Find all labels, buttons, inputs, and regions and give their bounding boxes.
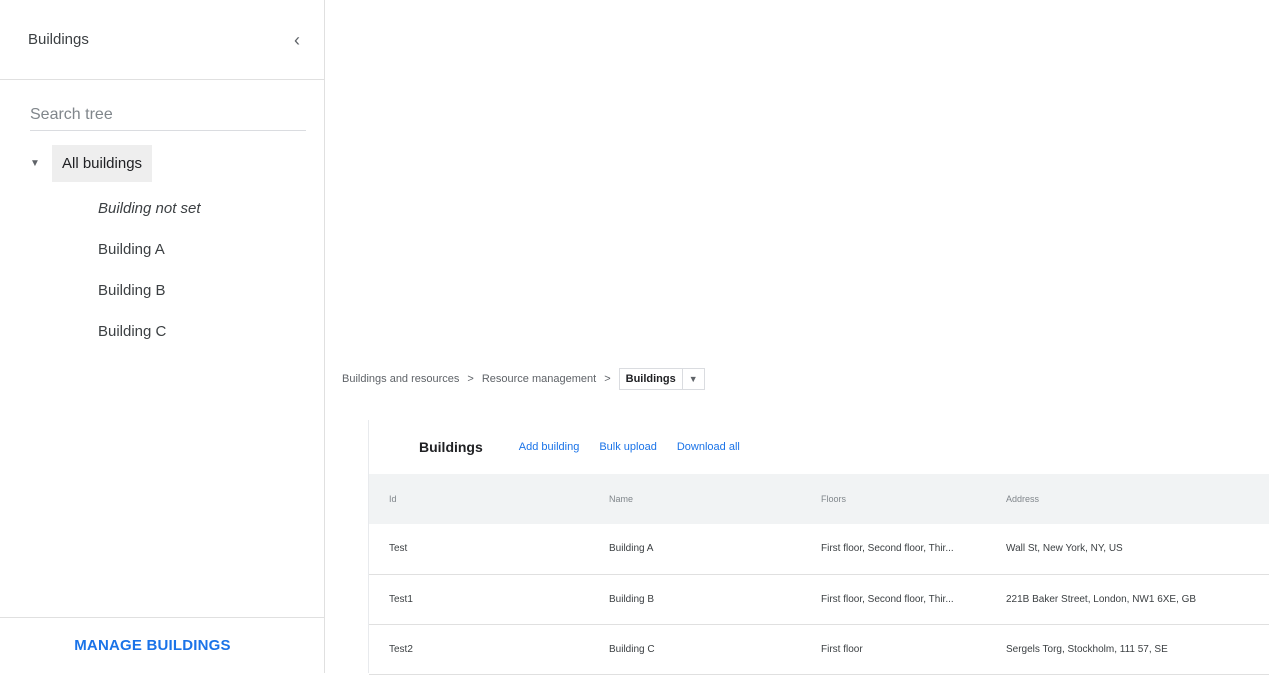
tree-item-building-not-set[interactable]: Building not set [0,188,324,229]
cell-address: Wall St, New York, NY, US [1006,524,1269,575]
cell-floors: First floor, Second floor, Thir... [821,574,1006,625]
breadcrumb-current-label: Buildings [625,373,676,385]
panel-toolbar: Buildings Add building Bulk upload Downl… [369,420,1269,474]
table-row[interactable]: Test1 Building B First floor, Second flo… [369,574,1269,625]
table-row[interactable]: Test2 Building C First floor Sergels Tor… [369,624,1269,675]
add-building-button[interactable]: Add building [519,441,580,453]
cell-id: Test1 [369,574,609,625]
cell-id: Test2 [369,624,609,675]
sidebar-header: Buildings ‹ [0,0,324,80]
tree-root-all-buildings[interactable]: ▼ All buildings [0,145,324,182]
tree-item-building-b[interactable]: Building B [0,270,324,311]
manage-buildings-button[interactable]: MANAGE BUILDINGS [74,637,251,654]
cell-name: Building C [609,624,821,675]
table-row[interactable]: Test Building A First floor, Second floo… [369,524,1269,575]
breadcrumb-item-resource-management[interactable]: Resource management [482,373,596,385]
tree-item-building-a[interactable]: Building A [0,229,324,270]
panel-title: Buildings [419,439,483,455]
caret-down-icon[interactable]: ▼ [681,369,704,389]
bulk-upload-button[interactable]: Bulk upload [599,441,657,453]
download-all-button[interactable]: Download all [677,441,740,453]
breadcrumb-item-buildings-and-resources[interactable]: Buildings and resources [342,373,459,385]
caret-down-icon[interactable]: ▼ [30,158,52,169]
column-header-name[interactable]: Name [609,474,821,524]
cell-name: Building B [609,574,821,625]
breadcrumb-separator: > [467,373,474,385]
tree-item-building-c[interactable]: Building C [0,311,324,352]
buildings-table: Id Name Floors Address Test Building A F… [369,474,1269,675]
buildings-panel: Buildings Add building Bulk upload Downl… [368,420,1269,675]
column-header-floors[interactable]: Floors [821,474,1006,524]
cell-id: Test [369,524,609,575]
breadcrumb-separator: > [604,373,611,385]
search-tree-input[interactable] [30,106,306,124]
breadcrumb: Buildings and resources > Resource manag… [342,368,705,390]
search-tree-field [30,106,306,131]
sidebar-title: Buildings [28,31,89,48]
buildings-sidebar: Buildings ‹ ▼ All buildings Building not… [0,0,325,673]
tree-root-label[interactable]: All buildings [52,145,153,182]
cell-address: 221B Baker Street, London, NW1 6XE, GB [1006,574,1269,625]
chevron-left-icon[interactable]: ‹ [294,31,300,49]
cell-floors: First floor, Second floor, Thir... [821,524,1006,575]
column-header-address[interactable]: Address [1006,474,1269,524]
breadcrumb-current: Buildings ▼ [618,368,705,390]
cell-address: Sergels Torg, Stockholm, 111 57, SE [1006,624,1269,675]
table-header-row: Id Name Floors Address [369,474,1269,524]
tree-children: Building not set Building A Building B B… [0,188,324,352]
sidebar-footer: MANAGE BUILDINGS [0,617,325,673]
column-header-id[interactable]: Id [369,474,609,524]
cell-name: Building A [609,524,821,575]
cell-floors: First floor [821,624,1006,675]
